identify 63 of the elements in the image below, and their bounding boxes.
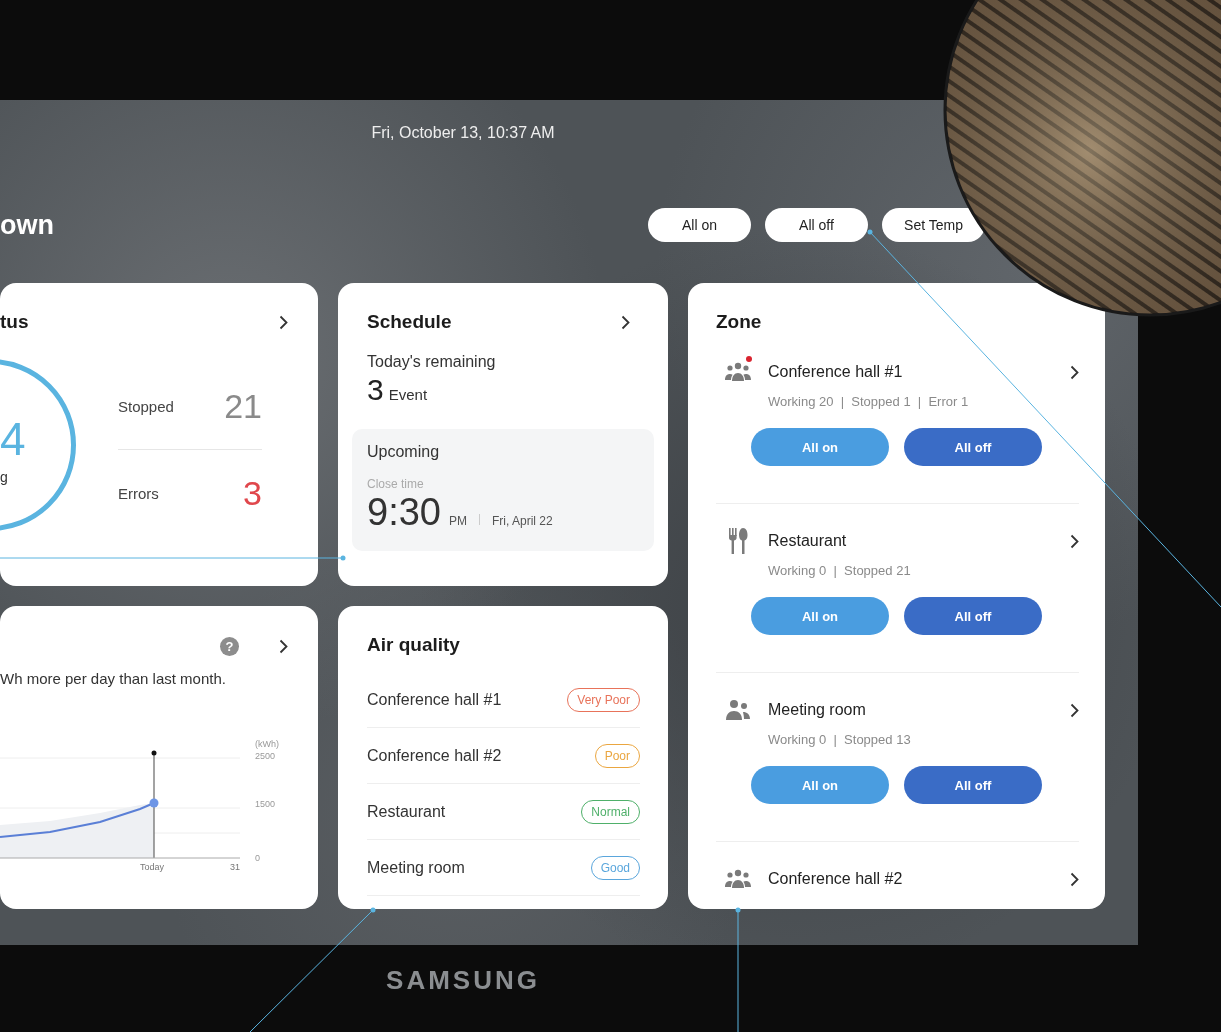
zone-row[interactable]: Meeting room Working 0 | Stopped 13 All on All off [716, 673, 1079, 842]
people-group-icon [724, 869, 752, 889]
close-time-caption: Close time [367, 477, 425, 491]
zone-stats: Working 0 | Stopped 21 [768, 563, 912, 579]
page-title: own [0, 209, 54, 241]
chevron-icon[interactable] [279, 638, 288, 654]
all-off-button[interactable]: All off [904, 597, 1042, 635]
axis-unit: (kWh) [255, 739, 279, 749]
zone-stats: Working 0 | Stopped 13 [768, 732, 912, 748]
card-title: Zone [716, 310, 763, 334]
zone-name[interactable]: Restaurant [768, 532, 1056, 550]
brand-logo: SAMSUNG [386, 965, 540, 995]
place-name: Conference hall #1 [367, 690, 502, 709]
place-name: Meeting room [367, 858, 465, 877]
close-time: 9:30 [367, 491, 441, 533]
card-title: tus [0, 310, 29, 334]
card-title: Schedule [367, 310, 452, 334]
chevron-icon[interactable] [279, 314, 288, 330]
all-off-button[interactable]: All off [904, 766, 1042, 804]
x-tick-label: 31 [230, 862, 240, 872]
action-button[interactable]: All on [648, 208, 751, 242]
quality-badge: Good [590, 855, 640, 880]
y-tick-label: 2500 [255, 751, 276, 761]
action-button[interactable]: All off [765, 208, 868, 242]
stat-label: Stopped [118, 397, 174, 415]
stat-value: 3 [243, 473, 262, 513]
remaining-label: Today's remaining [367, 353, 497, 371]
stat-label: Errors [118, 484, 159, 502]
zone-stats: Working 20 | Stopped 1 | Error 1 [768, 394, 970, 410]
date-time: Fri, October 13, 10:37 AM [371, 124, 555, 142]
place-name: Conference hall #2 [367, 746, 502, 765]
quality-badge: Very Poor [567, 687, 640, 712]
event-date: Fri, April 22 [491, 514, 553, 528]
card-title: Air quality [367, 633, 461, 657]
chevron-icon[interactable] [1070, 533, 1079, 549]
working-label: g [0, 469, 8, 485]
event-unit: Event [388, 386, 428, 403]
place-name: Restaurant [367, 802, 446, 821]
y-tick-label: 1500 [255, 799, 276, 809]
energy-summary: Wh more per day than last month. [0, 670, 227, 687]
zone-row[interactable]: Conference hall #2 [716, 842, 1079, 909]
quality-badge: Poor [594, 743, 640, 768]
chevron-icon[interactable] [1070, 871, 1079, 887]
time-meridiem: PM [448, 514, 467, 528]
chevron-icon[interactable] [1070, 702, 1079, 718]
chevron-icon[interactable] [1070, 364, 1079, 380]
working-count: 4 [0, 413, 26, 465]
all-off-button[interactable]: All off [904, 428, 1042, 466]
stat-value: 21 [224, 386, 262, 426]
chevron-icon[interactable] [621, 314, 630, 330]
fork-knife-icon [727, 527, 749, 555]
upcoming-title: Upcoming [367, 443, 441, 461]
zone-name[interactable]: Conference hall #2 [768, 870, 1056, 888]
people-icon [725, 699, 751, 721]
zone-name[interactable]: Meeting room [768, 701, 1056, 719]
zone-name[interactable]: Conference hall #1 [768, 363, 1056, 381]
quality-badge: Normal [581, 799, 640, 824]
people-group-icon [724, 362, 752, 382]
y-tick-label: 0 [255, 853, 260, 863]
x-tick-label: Today [140, 862, 165, 872]
event-count: 3 [367, 373, 384, 407]
action-button[interactable]: Set Temp [882, 208, 985, 242]
zone-row[interactable]: Restaurant Working 0 | Stopped 21 All on All off [716, 504, 1079, 673]
